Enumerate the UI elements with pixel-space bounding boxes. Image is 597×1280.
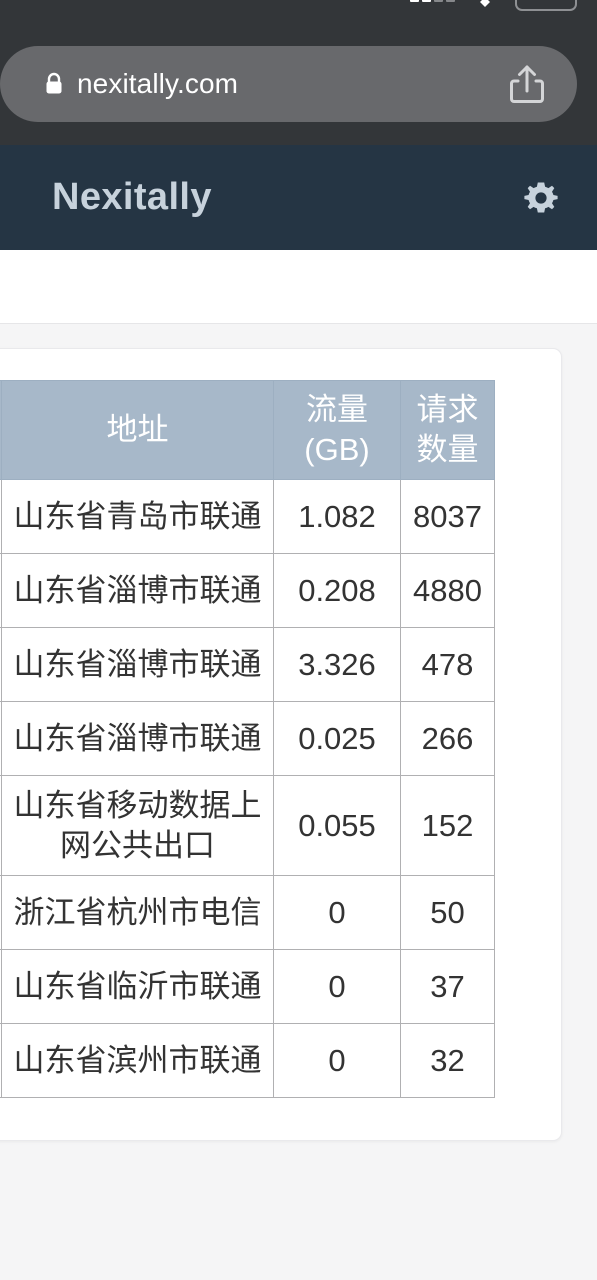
cell-address: 山东省淄博市联通	[1, 553, 274, 628]
column-header-requests-line1: 请求	[416, 392, 479, 428]
table-row[interactable]: 山东省淄博市联通 0.208 4880	[0, 553, 495, 628]
cell-address: 山东省滨州市联通	[1, 1023, 274, 1098]
content-top-strip	[0, 250, 597, 324]
url-bar[interactable]: nexitally.com	[0, 46, 577, 122]
table-row[interactable]: 山东省滨州市联通 0 32	[0, 1023, 495, 1098]
cell-address: 山东省淄博市联通	[1, 627, 274, 702]
column-header-traffic-line2: (GB)	[304, 432, 370, 467]
share-icon[interactable]	[507, 62, 547, 106]
table-row[interactable]: 山东省淄博市联通 0.025 266	[0, 701, 495, 776]
column-header-requests-line2: 数量	[416, 432, 479, 467]
cell-traffic: 1.082	[273, 479, 401, 554]
page-body: 地址 流量 (GB) 请求 数量 6山东省青岛市联通1.0828037山东省淄博…	[0, 325, 597, 1280]
column-header-traffic[interactable]: 流量 (GB)	[273, 380, 401, 480]
battery-low-power-icon	[515, 0, 577, 11]
cell-address: 山东省青岛市联通	[1, 479, 274, 554]
column-header-requests[interactable]: 请求 数量	[400, 380, 495, 480]
app-header: Nexitally	[0, 145, 597, 250]
cell-requests: 37	[400, 949, 495, 1024]
column-header-traffic-line1: 流量	[306, 392, 368, 428]
cell-traffic: 3.326	[273, 627, 401, 702]
cell-requests: 4880	[400, 553, 495, 628]
cell-requests: 8037	[400, 479, 495, 554]
cell-traffic: 0.025	[273, 701, 401, 776]
cell-requests: 266	[400, 701, 495, 776]
table-header-row: 地址 流量 (GB) 请求 数量	[0, 380, 495, 480]
lock-icon	[44, 72, 64, 96]
signal-bars-icon	[410, 0, 455, 2]
table-row[interactable]: 山东省临沂市联通 0 37	[0, 949, 495, 1024]
gear-icon[interactable]	[517, 174, 565, 222]
cell-requests: 478	[400, 627, 495, 702]
cell-address: 浙江省杭州市电信	[1, 875, 274, 950]
cell-address: 山东省淄博市联通	[1, 701, 274, 776]
cell-requests: 50	[400, 875, 495, 950]
cell-traffic: 0.055	[273, 775, 401, 876]
cell-traffic: 0	[273, 949, 401, 1024]
stats-card: 地址 流量 (GB) 请求 数量 6山东省青岛市联通1.0828037山东省淄博…	[0, 348, 562, 1141]
cell-address: 山东省移动数据上网公共出口	[1, 775, 274, 876]
table-row[interactable]: 6山东省青岛市联通1.0828037	[0, 479, 495, 554]
status-bar	[0, 0, 597, 22]
browser-chrome: nexitally.com	[0, 0, 597, 145]
status-bar-icons	[410, 0, 577, 22]
page-title: Nexitally	[52, 176, 212, 218]
cell-traffic: 0	[273, 1023, 401, 1098]
table-body: 6山东省青岛市联通1.0828037山东省淄博市联通0.2084880山东省淄博…	[0, 479, 495, 1098]
wifi-icon	[477, 0, 493, 11]
cell-requests: 32	[400, 1023, 495, 1098]
table-row[interactable]: 5山东省移动数据上网公共出口0.055152	[0, 775, 495, 876]
traffic-stats-table: 地址 流量 (GB) 请求 数量 6山东省青岛市联通1.0828037山东省淄博…	[0, 380, 495, 1098]
cell-traffic: 0.208	[273, 553, 401, 628]
column-header-address[interactable]: 地址	[1, 380, 274, 480]
cell-address: 山东省临沂市联通	[1, 949, 274, 1024]
cell-requests: 152	[400, 775, 495, 876]
cell-traffic: 0	[273, 875, 401, 950]
table-row[interactable]: 山东省淄博市联通 3.326 478	[0, 627, 495, 702]
table-row[interactable]: 3浙江省杭州市电信050	[0, 875, 495, 950]
url-text: nexitally.com	[77, 68, 239, 99]
